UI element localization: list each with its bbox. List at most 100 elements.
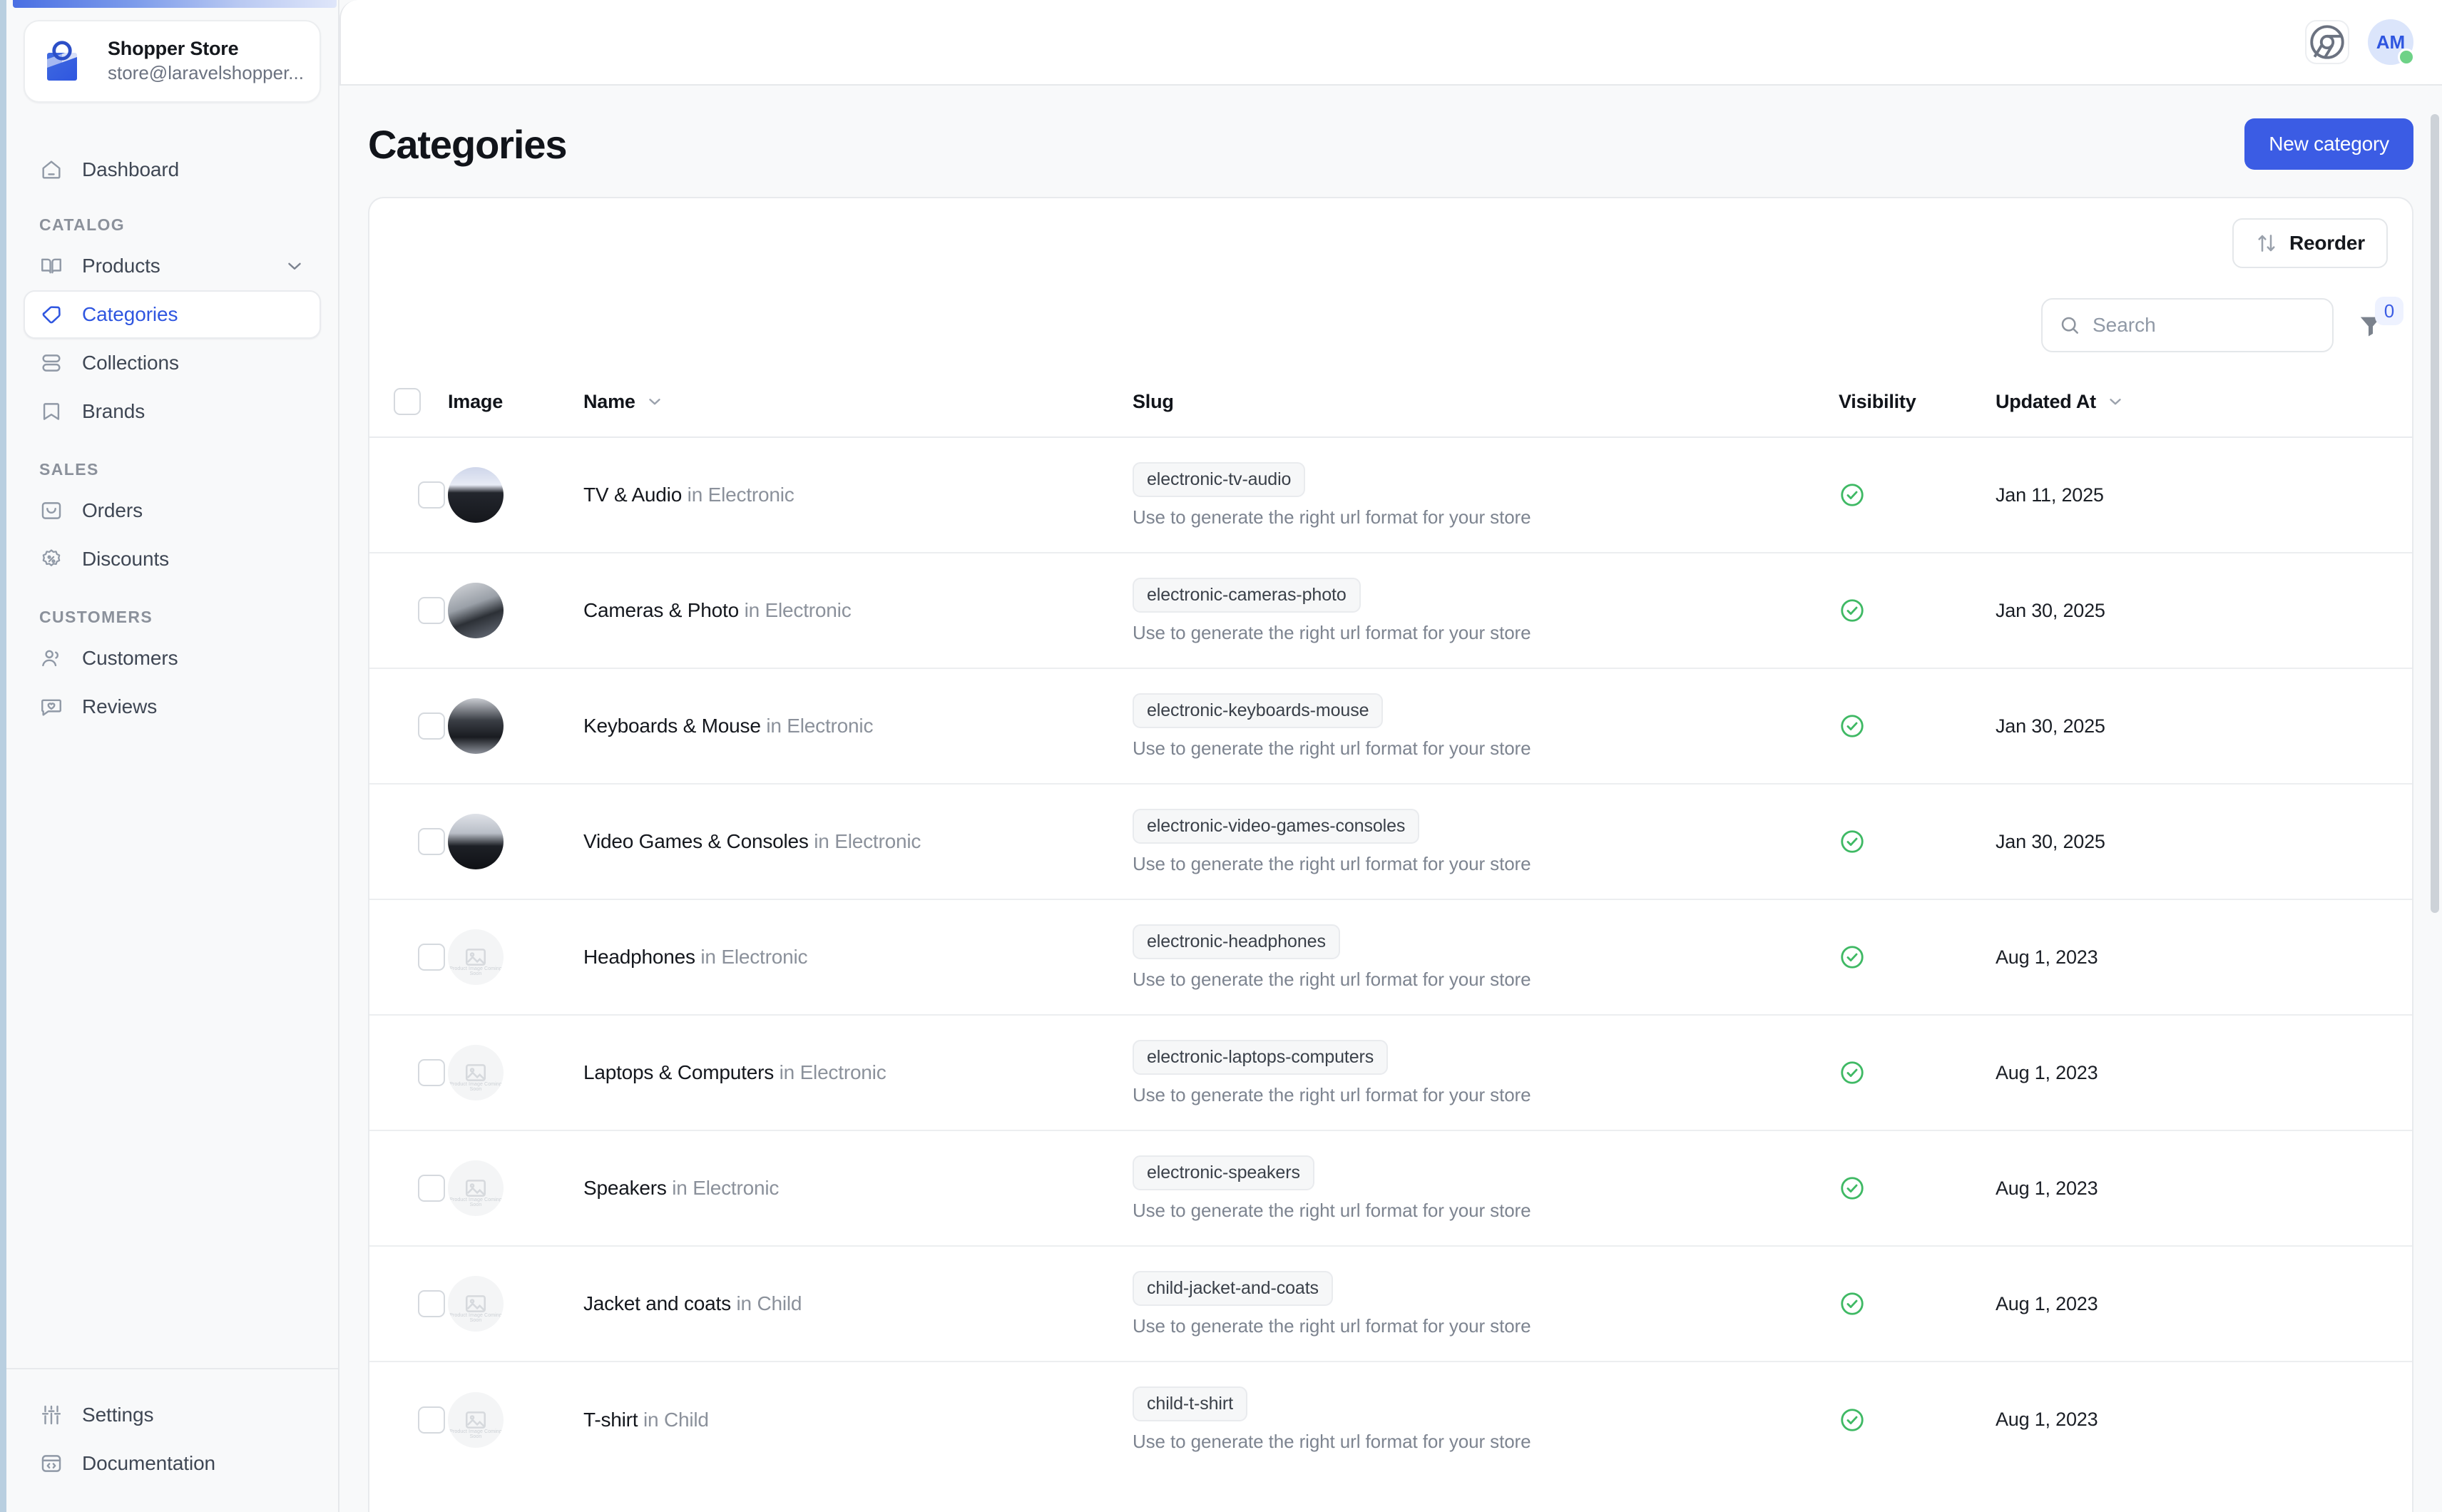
category-name-text: Video Games & Consoles [583,830,809,852]
row-checkbox[interactable] [417,1175,445,1202]
sidebar-item-categories[interactable]: Categories [24,290,321,339]
table-row[interactable]: Product Image Coming Soon Laptops & Compu… [369,1015,2412,1131]
table-row[interactable]: Keyboards & Mouse in Electronic electroni… [369,668,2412,785]
row-checkbox[interactable] [417,828,445,855]
updated-at-text: Jan 30, 2025 [1995,715,2105,737]
store-switcher[interactable]: Shopper Store store@laravelshopper... [24,20,321,103]
search-box[interactable] [2040,298,2350,352]
row-checkbox[interactable] [417,481,445,509]
new-category-button[interactable]: New category [2244,118,2413,170]
cell-select [369,437,448,553]
category-name-text: Cameras & Photo [583,599,739,621]
cell-select [369,1130,448,1247]
th-select-all [369,369,448,438]
table-row[interactable]: Product Image Coming Soon T-shirt in Chil… [369,1362,2412,1477]
store-name: Shopper Store [108,38,239,60]
sidebar-item-documentation[interactable]: Documentation [24,1439,321,1488]
cell-select [369,1246,448,1362]
sidebar-item-label: Brands [82,400,145,422]
bookmark-icon [43,403,60,420]
cell-slug: child-jacket-and-coats Use to generate th… [1132,1246,1839,1362]
row-checkbox[interactable] [417,1406,445,1434]
sidebar-item-brands[interactable]: Brands [24,387,321,436]
sidebar-nav: Dashboard CATALOG Products Categories Co… [6,103,338,1368]
cell-name: Video Games & Consoles in Electronic [583,784,1133,900]
select-all-checkbox[interactable] [393,388,421,415]
sidebar-item-customers[interactable]: Customers [24,634,321,683]
search-input[interactable] [2092,314,2350,337]
cell-updated-at: Aug 1, 2023 [1995,1130,2295,1247]
table-head: Image Name Slug Visibility Updated At [369,369,2412,438]
sidebar-footer: Settings Documentation [6,1368,338,1512]
table-row[interactable]: Product Image Coming Soon Speakers in Ele… [369,1130,2412,1247]
filter-button[interactable]: 0 [2354,297,2403,342]
chevron-down-icon[interactable] [645,392,664,411]
chevron-down-icon[interactable] [284,255,305,277]
edit-button[interactable]: Edit [2295,600,2412,622]
table-row[interactable]: Product Image Coming Soon Jacket and coat… [369,1246,2412,1362]
book-open-icon [41,258,61,274]
sidebar-item-label: Collections [82,352,179,374]
category-name: Headphones in Electronic [583,946,808,968]
edit-button[interactable]: Edit [2295,1409,2412,1431]
sidebar-item-settings[interactable]: Settings [24,1391,321,1439]
cell-slug: electronic-speakers Use to generate the r… [1132,1130,1839,1247]
th-name[interactable]: Name [583,369,1133,438]
edit-button[interactable]: Edit [2295,715,2412,737]
chrome-icon-button[interactable] [2304,20,2349,64]
category-name-text: Keyboards & Mouse [583,715,761,737]
category-thumbnail [447,467,504,523]
table-body: TV & Audio in Electronic electronic-tv-au… [369,437,2412,1477]
cell-actions: Edit [2294,1130,2412,1247]
sidebar-item-reviews[interactable]: Reviews [24,683,321,731]
row-checkbox[interactable] [417,597,445,624]
visible-check-icon [1841,946,1864,969]
sidebar-item-collections[interactable]: Collections [24,339,321,387]
th-visibility: Visibility [1838,369,1996,438]
th-actions [2294,369,2412,438]
table-row[interactable]: TV & Audio in Electronic electronic-tv-au… [369,437,2412,553]
sidebar-item-products[interactable]: Products [24,242,321,290]
slug-chip: electronic-cameras-photo [1132,577,1361,613]
edit-button[interactable]: Edit [2295,946,2412,969]
table-row[interactable]: Video Games & Consoles in Electronic elec… [369,784,2412,900]
edit-button[interactable]: Edit [2295,1293,2412,1315]
chevron-down-icon[interactable] [2106,392,2125,411]
row-checkbox[interactable] [417,1059,445,1086]
categories-card: Reorder 0 [367,197,2413,1512]
visible-check-icon [1841,830,1864,853]
cell-updated-at: Aug 1, 2023 [1995,1015,2295,1131]
table-row[interactable]: Product Image Coming Soon Headphones in E… [369,899,2412,1016]
slug-chip: electronic-tv-audio [1132,461,1306,497]
category-name: T-shirt in Child [583,1409,709,1431]
sidebar-item-discounts[interactable]: Discounts [24,535,321,583]
column-label-name: Name [583,390,635,412]
edit-button[interactable]: Edit [2295,1062,2412,1084]
column-label-visibility: Visibility [1838,390,1916,412]
cell-visibility [1838,1130,1996,1247]
row-checkbox[interactable] [417,1290,445,1317]
edit-button[interactable]: Edit [2295,484,2412,506]
edit-button[interactable]: Edit [2295,831,2412,853]
category-thumbnail [447,814,504,869]
sidebar-item-dashboard[interactable]: Dashboard [24,145,321,194]
cell-actions: Edit [2294,1246,2412,1362]
table-row[interactable]: Cameras & Photo in Electronic electronic-… [369,553,2412,669]
row-checkbox[interactable] [417,944,445,971]
cell-slug: child-t-shirt Use to generate the right u… [1132,1362,1839,1477]
category-thumbnail-placeholder: Product Image Coming Soon [447,929,504,985]
category-thumbnail [447,698,504,754]
row-checkbox[interactable] [417,712,445,740]
slug-help-text: Use to generate the right url format for… [1132,1314,1531,1337]
avatar[interactable]: AM [2367,19,2415,66]
updated-at-text: Aug 1, 2023 [1995,1177,2098,1199]
edit-button[interactable]: Edit [2295,1178,2412,1200]
category-name: Cameras & Photo in Electronic [583,599,852,621]
sidebar-item-orders[interactable]: Orders [24,486,321,535]
updated-at-text: Aug 1, 2023 [1995,1061,2098,1083]
slug-chip: electronic-laptops-computers [1132,1039,1389,1075]
th-updated-at[interactable]: Updated At [1995,369,2295,438]
cell-select [369,784,448,900]
vertical-scrollbar[interactable] [2430,114,2439,913]
reorder-button[interactable]: Reorder [2232,218,2388,268]
